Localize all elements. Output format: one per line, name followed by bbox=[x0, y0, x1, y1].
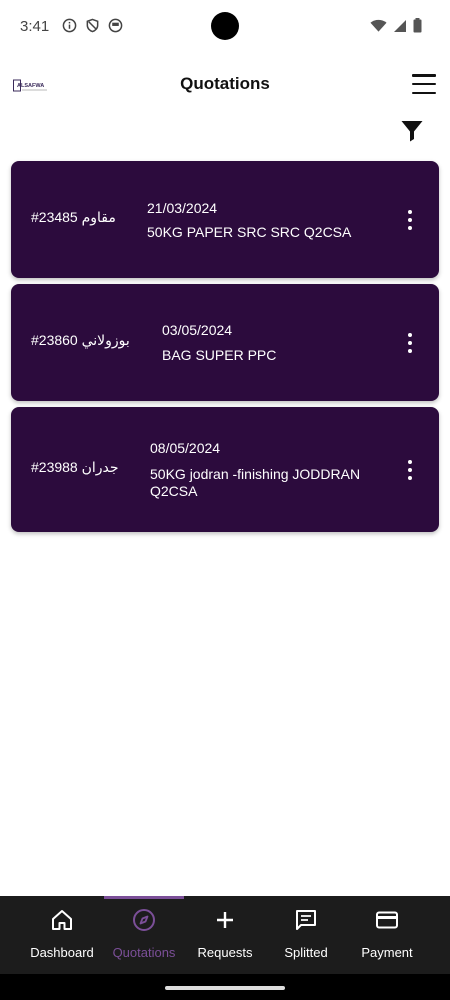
info-icon bbox=[62, 18, 77, 33]
nav-label: Payment bbox=[361, 945, 413, 960]
status-icons-left bbox=[62, 18, 123, 33]
message-icon bbox=[296, 910, 316, 930]
nav-item-dashboard[interactable]: Dashboard bbox=[17, 896, 107, 974]
status-icons-right bbox=[370, 18, 422, 33]
more-options-icon[interactable] bbox=[407, 460, 413, 480]
quotation-id: #23485 مقاوم bbox=[31, 209, 116, 225]
home-icon bbox=[52, 910, 72, 930]
quotation-description: 50KG PAPER SRC SRC Q2CSA bbox=[147, 224, 352, 240]
app-bar: ALSAFWA Quotations bbox=[0, 62, 450, 106]
nav-label: Splitted bbox=[284, 945, 328, 960]
bottom-navigation: Dashboard Quotations Requests Splitted P… bbox=[0, 896, 450, 974]
status-time: 3:41 bbox=[20, 18, 50, 35]
page-title: Quotations bbox=[180, 74, 270, 93]
quotation-id: #23988 جدران bbox=[31, 459, 119, 475]
quotation-card[interactable]: #23988 جدران 08/05/2024 50KG jodran -fin… bbox=[11, 407, 439, 532]
quotation-card[interactable]: #23485 مقاوم 21/03/2024 50KG PAPER SRC S… bbox=[11, 161, 439, 278]
quotation-date: 21/03/2024 bbox=[147, 200, 218, 216]
sim-icon bbox=[108, 18, 123, 33]
shield-icon bbox=[86, 18, 99, 33]
nav-item-quotations[interactable]: Quotations bbox=[99, 896, 189, 974]
nav-item-payment[interactable]: Payment bbox=[342, 896, 432, 974]
plus-icon bbox=[217, 912, 233, 928]
nav-label: Quotations bbox=[112, 945, 176, 960]
quotation-card[interactable]: #23860 بوزولاني 03/05/2024 BAG SUPER PPC bbox=[11, 284, 439, 401]
status-bar: 3:41 bbox=[0, 0, 450, 56]
quotation-list: #23485 مقاوم 21/03/2024 50KG PAPER SRC S… bbox=[11, 161, 439, 538]
signal-icon bbox=[394, 19, 406, 32]
quotation-date: 08/05/2024 bbox=[150, 440, 221, 456]
quotation-date: 03/05/2024 bbox=[162, 322, 233, 338]
battery-icon bbox=[413, 18, 422, 33]
quotation-description: 50KG jodran -finishing JODDRAN Q2CSA bbox=[150, 466, 361, 499]
nav-item-splitted[interactable]: Splitted bbox=[261, 896, 351, 974]
home-gesture-handle[interactable] bbox=[165, 986, 285, 990]
more-options-icon[interactable] bbox=[407, 210, 413, 230]
credit-card-icon bbox=[376, 911, 398, 929]
hamburger-menu-icon[interactable] bbox=[412, 74, 436, 94]
filter-icon[interactable] bbox=[400, 119, 424, 143]
more-options-icon[interactable] bbox=[407, 333, 413, 353]
compass-icon bbox=[133, 909, 155, 931]
system-navigation-bar bbox=[0, 974, 450, 1000]
quotation-description: BAG SUPER PPC bbox=[162, 347, 277, 363]
camera-cutout bbox=[211, 12, 239, 40]
nav-label: Requests bbox=[197, 945, 253, 960]
nav-label: Dashboard bbox=[30, 945, 94, 960]
quotation-id: #23860 بوزولاني bbox=[31, 332, 130, 348]
wifi-icon bbox=[370, 19, 387, 32]
nav-item-requests[interactable]: Requests bbox=[180, 896, 270, 974]
